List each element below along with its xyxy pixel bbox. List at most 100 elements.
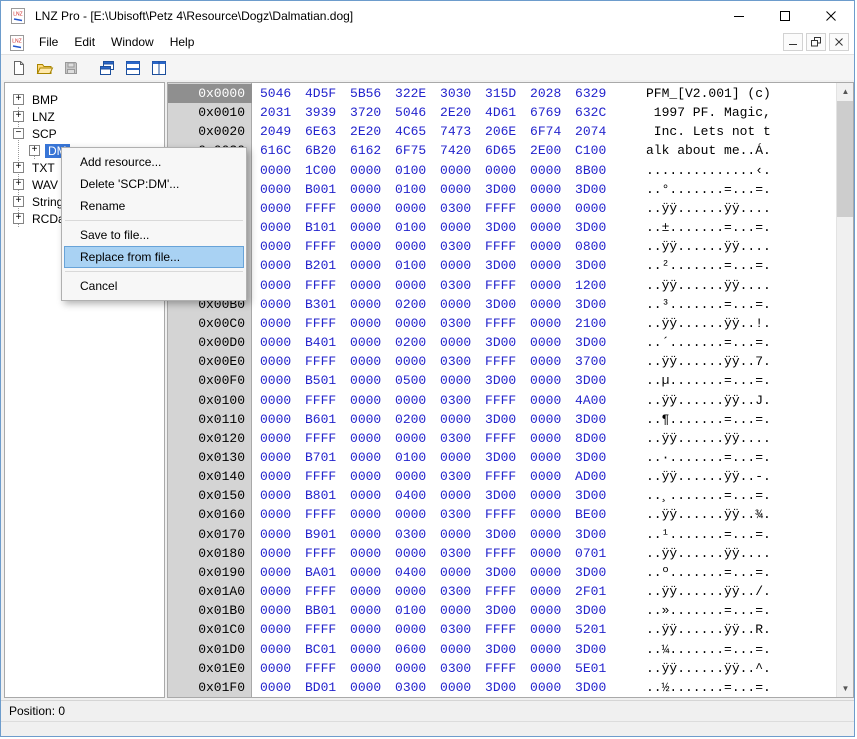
hex-bytes[interactable]: 0000 BD01 0000 0300 0000 3D00 0000 3D00 <box>260 678 606 697</box>
hex-bytes[interactable]: 0000 B801 0000 0400 0000 3D00 0000 3D00 <box>260 486 606 505</box>
hex-bytes[interactable]: 0000 FFFF 0000 0000 0300 FFFF 0000 8D00 <box>260 429 606 448</box>
expand-icon[interactable]: + <box>13 213 24 224</box>
mdi-close-icon <box>835 38 843 46</box>
tree-item-scp[interactable]: −SCP <box>5 125 164 142</box>
mdi-minimize-button[interactable] <box>783 33 803 51</box>
hex-address[interactable]: 0x0100 <box>168 391 252 410</box>
hex-bytes[interactable]: 0000 FFFF 0000 0000 0300 FFFF 0000 BE00 <box>260 505 606 524</box>
hex-bytes[interactable]: 0000 B901 0000 0300 0000 3D00 0000 3D00 <box>260 525 606 544</box>
menu-item-rename[interactable]: Rename <box>64 195 244 217</box>
tree-item-lnz[interactable]: +LNZ <box>5 108 164 125</box>
expand-icon[interactable]: + <box>13 196 24 207</box>
hex-bytes[interactable]: 2031 3939 3720 5046 2E20 4D61 6769 632C <box>260 103 606 122</box>
hex-bytes[interactable]: 0000 FFFF 0000 0000 0300 FFFF 0000 5201 <box>260 620 606 639</box>
hex-row: 0x00600000 FFFF 0000 0000 0300 FFFF 0000… <box>168 199 836 218</box>
menu-item-cancel[interactable]: Cancel <box>64 275 244 297</box>
cascade-windows-button[interactable] <box>95 57 119 79</box>
expand-icon[interactable]: + <box>29 145 40 156</box>
vertical-scrollbar[interactable]: ▲ ▼ <box>836 83 853 697</box>
hex-address[interactable]: 0x01A0 <box>168 582 252 601</box>
menu-item-delete-scp-dm[interactable]: Delete 'SCP:DM'... <box>64 173 244 195</box>
hex-address[interactable]: 0x0180 <box>168 544 252 563</box>
hex-bytes[interactable]: 0000 B101 0000 0100 0000 3D00 0000 3D00 <box>260 218 606 237</box>
expand-icon[interactable]: + <box>13 111 24 122</box>
hex-bytes[interactable]: 0000 BC01 0000 0600 0000 3D00 0000 3D00 <box>260 640 606 659</box>
hex-bytes[interactable]: 0000 FFFF 0000 0000 0300 FFFF 0000 5E01 <box>260 659 606 678</box>
hex-bytes[interactable]: 0000 FFFF 0000 0000 0300 FFFF 0000 AD00 <box>260 467 606 486</box>
hex-bytes[interactable]: 0000 B701 0000 0100 0000 3D00 0000 3D00 <box>260 448 606 467</box>
mdi-restore-icon <box>811 37 821 47</box>
hex-address[interactable]: 0x0140 <box>168 467 252 486</box>
menu-edit[interactable]: Edit <box>66 31 103 54</box>
menu-separator <box>65 220 243 221</box>
hex-address[interactable]: 0x01B0 <box>168 601 252 620</box>
hex-address[interactable]: 0x0150 <box>168 486 252 505</box>
hex-bytes[interactable]: 0000 FFFF 0000 0000 0300 FFFF 0000 1200 <box>260 276 606 295</box>
menu-item-replace-from-file[interactable]: Replace from file... <box>64 246 244 268</box>
tree-item-bmp[interactable]: +BMP <box>5 91 164 108</box>
hex-bytes[interactable]: 0000 FFFF 0000 0000 0300 FFFF 0000 2100 <box>260 314 606 333</box>
collapse-icon[interactable]: − <box>13 128 24 139</box>
hex-address[interactable]: 0x0110 <box>168 410 252 429</box>
hex-bytes[interactable]: 0000 FFFF 0000 0000 0300 FFFF 0000 4A00 <box>260 391 606 410</box>
hex-bytes[interactable]: 0000 B301 0000 0200 0000 3D00 0000 3D00 <box>260 295 606 314</box>
hex-address[interactable]: 0x00D0 <box>168 333 252 352</box>
hex-bytes[interactable]: 0000 BB01 0000 0100 0000 3D00 0000 3D00 <box>260 601 606 620</box>
hex-bytes[interactable]: 0000 FFFF 0000 0000 0300 FFFF 0000 0800 <box>260 237 606 256</box>
menu-file[interactable]: File <box>31 31 66 54</box>
hex-address[interactable]: 0x00C0 <box>168 314 252 333</box>
hex-bytes[interactable]: 5046 4D5F 5B56 322E 3030 315D 2028 6329 <box>260 84 606 103</box>
expand-icon[interactable]: + <box>13 162 24 173</box>
hex-bytes[interactable]: 0000 B601 0000 0200 0000 3D00 0000 3D00 <box>260 410 606 429</box>
hex-bytes[interactable]: 0000 FFFF 0000 0000 0300 FFFF 0000 0000 <box>260 199 606 218</box>
mdi-close-button[interactable] <box>829 33 849 51</box>
menu-help[interactable]: Help <box>162 31 203 54</box>
save-file-button[interactable] <box>59 57 83 79</box>
menu-window[interactable]: Window <box>103 31 162 54</box>
hex-bytes[interactable]: 0000 B201 0000 0100 0000 3D00 0000 3D00 <box>260 256 606 275</box>
hex-address[interactable]: 0x0120 <box>168 429 252 448</box>
hex-bytes[interactable]: 2049 6E63 2E20 4C65 7473 206E 6F74 2074 <box>260 122 606 141</box>
hex-bytes[interactable]: 0000 BA01 0000 0400 0000 3D00 0000 3D00 <box>260 563 606 582</box>
hex-bytes[interactable]: 0000 B401 0000 0200 0000 3D00 0000 3D00 <box>260 333 606 352</box>
hex-address[interactable]: 0x00E0 <box>168 352 252 371</box>
hex-address[interactable]: 0x0000 <box>168 84 252 103</box>
hex-address[interactable]: 0x01D0 <box>168 640 252 659</box>
scrollbar-up-button[interactable]: ▲ <box>837 83 854 100</box>
mdi-restore-button[interactable] <box>806 33 826 51</box>
hex-bytes[interactable]: 0000 B501 0000 0500 0000 3D00 0000 3D00 <box>260 371 606 390</box>
tile-vertical-button[interactable] <box>147 57 171 79</box>
hex-bytes[interactable]: 0000 FFFF 0000 0000 0300 FFFF 0000 0701 <box>260 544 606 563</box>
hex-address[interactable]: 0x0190 <box>168 563 252 582</box>
hex-bytes[interactable]: 0000 1C00 0000 0100 0000 0000 0000 8B00 <box>260 161 606 180</box>
hex-bytes[interactable]: 0000 B001 0000 0100 0000 3D00 0000 3D00 <box>260 180 606 199</box>
hex-address[interactable]: 0x01E0 <box>168 659 252 678</box>
menu-item-add-resource[interactable]: Add resource... <box>64 151 244 173</box>
expand-icon[interactable]: + <box>13 94 24 105</box>
hex-address[interactable]: 0x01C0 <box>168 620 252 639</box>
open-file-button[interactable] <box>33 57 57 79</box>
hex-ascii: ..ÿÿ......ÿÿ.... <box>646 544 771 563</box>
hex-address[interactable]: 0x0130 <box>168 448 252 467</box>
scrollbar-down-button[interactable]: ▼ <box>837 680 854 697</box>
hex-bytes[interactable]: 0000 FFFF 0000 0000 0300 FFFF 0000 2F01 <box>260 582 606 601</box>
hex-address[interactable]: 0x0170 <box>168 525 252 544</box>
new-file-button[interactable] <box>7 57 31 79</box>
tile-horizontal-button[interactable] <box>121 57 145 79</box>
hex-address[interactable]: 0x0010 <box>168 103 252 122</box>
title-bar: LNZ LNZ Pro - [E:\Ubisoft\Petz 4\Resourc… <box>1 1 854 31</box>
maximize-button[interactable] <box>762 1 808 31</box>
hex-address[interactable]: 0x0020 <box>168 122 252 141</box>
hex-address[interactable]: 0x00F0 <box>168 371 252 390</box>
expand-icon[interactable]: + <box>13 179 24 190</box>
menu-item-save-to-file[interactable]: Save to file... <box>64 224 244 246</box>
hex-address[interactable]: 0x0160 <box>168 505 252 524</box>
scrollbar-thumb[interactable] <box>837 101 854 217</box>
minimize-button[interactable] <box>716 1 762 31</box>
hex-bytes[interactable]: 616C 6B20 6162 6F75 7420 6D65 2E00 C100 <box>260 141 606 160</box>
close-button[interactable] <box>808 1 854 31</box>
hex-address[interactable]: 0x01F0 <box>168 678 252 697</box>
hex-rows: 0x0000 5046 4D5F 5B56 322E 3030 315D 2028… <box>168 84 836 697</box>
hex-bytes[interactable]: 0000 FFFF 0000 0000 0300 FFFF 0000 3700 <box>260 352 606 371</box>
document-icon[interactable]: LNZ <box>9 35 25 51</box>
